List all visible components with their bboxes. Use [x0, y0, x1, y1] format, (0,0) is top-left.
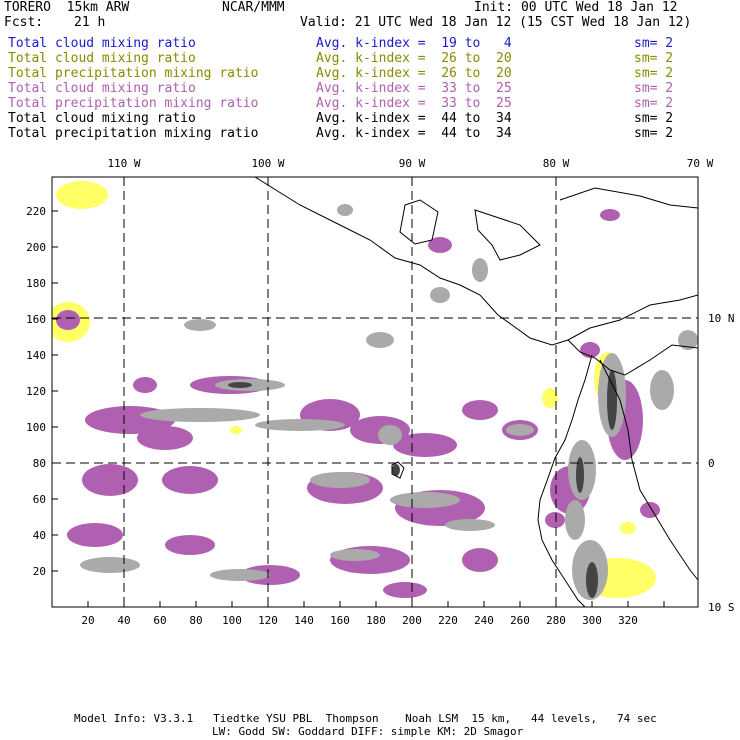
y-tick-label: 80 — [33, 457, 46, 470]
legend-row-sm: sm= 2 — [634, 81, 674, 96]
forecast-hour: 21 h — [74, 15, 106, 30]
forecast-label: Fcst: — [4, 15, 44, 30]
x-tick-label: 200 — [402, 614, 422, 627]
legend-row-sm: sm= 2 — [634, 36, 674, 51]
model-info-line: Model Info: V3.3.1 Tiedtke YSU PBL Thomp… — [74, 712, 657, 725]
longitude-label: 100 W — [251, 157, 284, 170]
legend-row-range: Avg. k-index = 26 to 20 — [316, 51, 512, 66]
longitude-labels: 110 W 100 W 90 W 80 W 70 W — [107, 157, 713, 170]
latitude-label: 0 — [708, 457, 715, 470]
legend-row-field: Total precipitation mixing ratio — [8, 66, 259, 81]
x-tick-label: 180 — [366, 614, 386, 627]
x-tick-label: 300 — [582, 614, 602, 627]
latitude-labels: 10 N 0 10 S — [708, 312, 735, 614]
longitude-label: 80 W — [543, 157, 570, 170]
y-tick-label: 60 — [33, 493, 46, 506]
x-tick-label: 240 — [474, 614, 494, 627]
field-layer — [52, 177, 698, 607]
x-tick-labels: 20 40 60 80 100 120 140 160 180 200 220 … — [81, 614, 638, 627]
legend-row-range: Avg. k-index = 33 to 25 — [316, 96, 512, 111]
longitude-label: 110 W — [107, 157, 140, 170]
longitude-label: 90 W — [399, 157, 426, 170]
legend-row-field: Total precipitation mixing ratio — [8, 126, 259, 141]
legend-row-sm: sm= 2 — [634, 126, 674, 141]
legend-row-range: Avg. k-index = 33 to 25 — [316, 81, 512, 96]
valid-time: Valid: 21 UTC Wed 18 Jan 12 (15 CST Wed … — [300, 15, 692, 30]
x-tick-label: 60 — [153, 614, 166, 627]
legend-row-field: Total cloud mixing ratio — [8, 51, 196, 66]
legend-row-sm: sm= 2 — [634, 66, 674, 81]
latitude-label: 10 S — [708, 601, 735, 614]
y-tick-label: 120 — [26, 385, 46, 398]
y-tick-label: 100 — [26, 421, 46, 434]
legend-row-range: Avg. k-index = 19 to 4 — [316, 36, 512, 51]
x-tick-label: 100 — [222, 614, 242, 627]
legend-row-field: Total cloud mixing ratio — [8, 111, 196, 126]
y-tick-labels: 20 40 60 80 100 120 140 160 180 200 220 — [26, 205, 46, 578]
longitude-label: 70 W — [687, 157, 714, 170]
x-tick-label: 280 — [546, 614, 566, 627]
model-name: TORERO 15km ARW — [4, 0, 130, 15]
y-tick-label: 160 — [26, 313, 46, 326]
x-tick-label: 140 — [294, 614, 314, 627]
y-tick-label: 140 — [26, 349, 46, 362]
x-tick-label: 160 — [330, 614, 350, 627]
x-tick-label: 220 — [438, 614, 458, 627]
legend-row-range: Avg. k-index = 44 to 34 — [316, 126, 512, 141]
y-tick-label: 220 — [26, 205, 46, 218]
organization: NCAR/MMM — [222, 0, 285, 15]
x-tick-label: 260 — [510, 614, 530, 627]
legend-row-field: Total cloud mixing ratio — [8, 81, 196, 96]
moderate-cloud-areas — [56, 209, 660, 598]
y-tick-label: 180 — [26, 277, 46, 290]
legend-row-field: Total precipitation mixing ratio — [8, 96, 259, 111]
y-tick-label: 40 — [33, 529, 46, 542]
legend-row-sm: sm= 2 — [634, 111, 674, 126]
legend-row-field: Total cloud mixing ratio — [8, 36, 196, 51]
physics-info-line: LW: Godd SW: Goddard DIFF: simple KM: 2D… — [212, 725, 524, 738]
legend-row-range: Avg. k-index = 26 to 20 — [316, 66, 512, 81]
x-tick-label: 320 — [618, 614, 638, 627]
legend-row-range: Avg. k-index = 44 to 34 — [316, 111, 512, 126]
x-tick-label: 40 — [117, 614, 130, 627]
x-tick-label: 20 — [81, 614, 94, 627]
init-time: Init: 00 UTC Wed 18 Jan 12 — [474, 0, 678, 15]
x-tick-label: 120 — [258, 614, 278, 627]
y-tick-label: 20 — [33, 565, 46, 578]
legend-row-sm: sm= 2 — [634, 51, 674, 66]
y-tick-label: 200 — [26, 241, 46, 254]
latitude-label: 10 N — [708, 312, 735, 325]
legend-row-sm: sm= 2 — [634, 96, 674, 111]
x-tick-label: 80 — [189, 614, 202, 627]
